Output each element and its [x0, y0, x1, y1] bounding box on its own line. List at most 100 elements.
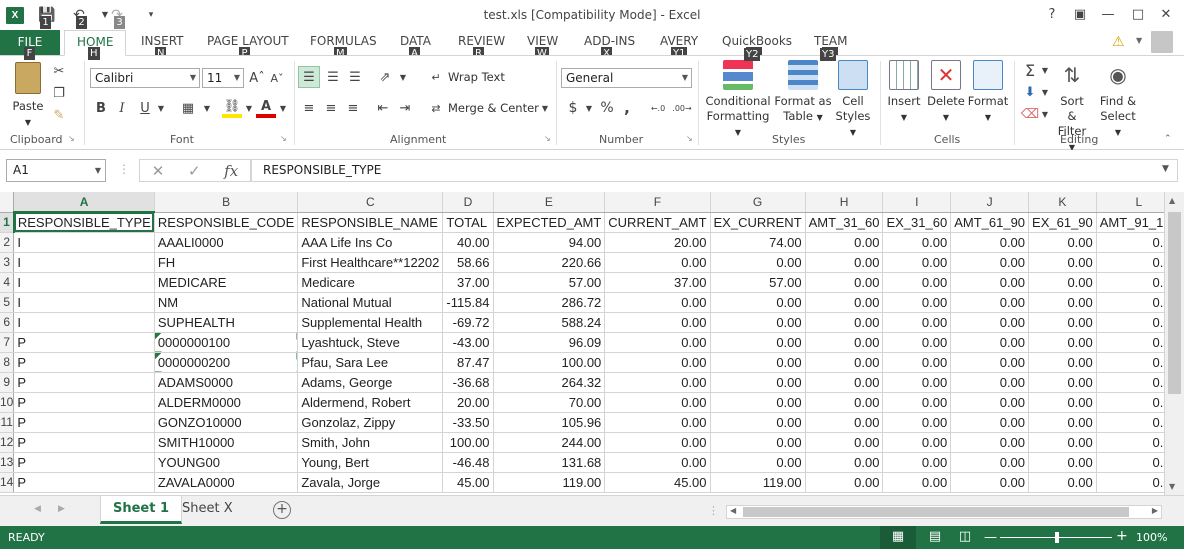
cell[interactable]: ZAVALA0000 — [154, 472, 299, 493]
cell[interactable]: 0.00 — [710, 292, 806, 313]
cell[interactable]: 264.32 — [493, 372, 606, 393]
fill-color-icon[interactable]: ⛓ — [222, 98, 242, 118]
cell[interactable]: 0.00 — [1028, 432, 1097, 453]
minimize-icon[interactable]: — — [1096, 4, 1120, 26]
cell[interactable]: 0.00 — [1028, 292, 1097, 313]
cell[interactable]: 0.00 — [710, 452, 806, 473]
cell[interactable]: 0.00 — [604, 292, 711, 313]
cell[interactable]: 57.00 — [710, 272, 806, 293]
prev-sheet-icon[interactable]: ◀ — [34, 504, 41, 514]
cell[interactable]: 0.00 — [882, 232, 952, 253]
cell[interactable]: 0.00 — [604, 452, 711, 473]
cell[interactable]: 0.00 — [1096, 432, 1164, 453]
formula-input[interactable]: RESPONSIBLE_TYPE — [251, 159, 1178, 182]
number-launcher-icon[interactable]: ↘ — [686, 134, 693, 143]
cell[interactable]: 0.00 — [805, 272, 884, 293]
align-center-icon[interactable]: ≡ — [320, 98, 342, 118]
increase-indent-icon[interactable]: ⇥ — [394, 98, 416, 118]
underline-button[interactable]: U — [136, 98, 154, 118]
cancel-icon[interactable]: ✕ — [152, 162, 165, 180]
cell[interactable]: ALDERM0000 — [154, 392, 299, 413]
cell[interactable]: 0.00 — [950, 372, 1030, 393]
cell[interactable]: 0.00 — [882, 312, 952, 333]
cell[interactable]: I — [13, 252, 155, 273]
row-header[interactable]: 10 — [0, 392, 15, 413]
clear-icon[interactable]: ⌫ — [1020, 104, 1040, 124]
row-header[interactable]: 7 — [0, 332, 15, 353]
cell[interactable]: 0.00 — [805, 412, 884, 433]
tab-team[interactable]: TEAM — [814, 34, 847, 48]
cell[interactable]: SMITH10000 — [154, 432, 299, 453]
cell[interactable]: AAALI0000 — [154, 232, 299, 253]
delete-cells-button[interactable]: ✕ Delete ▼ — [926, 60, 966, 125]
cell[interactable]: 0.00 — [1028, 472, 1097, 493]
vertical-scroll-thumb[interactable] — [1168, 212, 1181, 394]
column-header[interactable]: G — [710, 192, 806, 213]
cell[interactable]: 0.00 — [1096, 232, 1164, 253]
borders-icon[interactable]: ▦ — [178, 98, 198, 118]
header-cell[interactable]: RESPONSIBLE_CODE — [154, 212, 299, 233]
cell[interactable]: GONZO10000 — [154, 412, 299, 433]
cell[interactable]: 0.00 — [1096, 272, 1164, 293]
column-header[interactable]: C — [297, 192, 444, 213]
cell[interactable]: 0.00 — [950, 432, 1030, 453]
cell[interactable]: 0.00 — [882, 392, 952, 413]
cell[interactable]: 0.00 — [882, 332, 952, 353]
row-header[interactable]: 6 — [0, 312, 15, 333]
cell[interactable]: 131.68 — [493, 452, 606, 473]
horizontal-scroll-thumb[interactable] — [743, 507, 1129, 517]
bottom-align-icon[interactable]: ☰ — [344, 66, 366, 88]
cell[interactable]: 58.66 — [442, 252, 494, 273]
cell[interactable]: 0.00 — [882, 452, 952, 473]
increase-font-icon[interactable]: Aˆ — [248, 68, 266, 88]
fill-icon[interactable]: ⬇ — [1020, 82, 1040, 102]
header-cell[interactable]: EXPECTED_AMT — [493, 212, 606, 233]
font-launcher-icon[interactable]: ↘ — [280, 134, 287, 143]
cell[interactable]: -36.68 — [442, 372, 494, 393]
horizontal-scrollbar[interactable]: ◀ ▶ — [726, 505, 1162, 519]
italic-button[interactable]: I — [113, 98, 131, 118]
comma-button[interactable]: , — [620, 98, 634, 118]
column-header[interactable]: K — [1028, 192, 1097, 213]
enter-icon[interactable]: ✓ — [188, 162, 201, 180]
page-layout-view-icon[interactable]: ▤ — [922, 526, 948, 549]
zoom-slider-thumb[interactable] — [1055, 532, 1059, 543]
number-format-select[interactable]: General ▼ — [561, 68, 692, 88]
cell[interactable]: 94.00 — [493, 232, 606, 253]
fill-color-dropdown-icon[interactable]: ▼ — [244, 98, 254, 118]
cell[interactable]: 0.00 — [805, 332, 884, 353]
cell[interactable]: Young, Bert — [297, 452, 444, 473]
cell[interactable]: 0.00 — [1028, 272, 1097, 293]
column-header[interactable]: E — [493, 192, 606, 213]
format-painter-icon[interactable]: ✎ — [50, 106, 68, 124]
cell[interactable]: 40.00 — [442, 232, 494, 253]
cell[interactable]: P — [13, 352, 155, 373]
cell[interactable]: 0.00 — [882, 412, 952, 433]
help-icon[interactable]: ? — [1040, 4, 1064, 26]
cell[interactable]: 0.00 — [805, 252, 884, 273]
cell[interactable]: Gonzolaz, Zippy — [297, 412, 444, 433]
autosum-dropdown-icon[interactable]: ▼ — [1040, 60, 1050, 80]
column-header[interactable]: J — [950, 192, 1030, 213]
cell[interactable]: -43.00 — [442, 332, 494, 353]
cell[interactable]: 0.00 — [710, 372, 806, 393]
cell[interactable]: 0.00 — [950, 332, 1030, 353]
orientation-dropdown-icon[interactable]: ▼ — [398, 66, 408, 88]
cell[interactable]: 45.00 — [442, 472, 494, 493]
cell[interactable]: 0.00 — [1096, 352, 1164, 373]
tab-add-ins[interactable]: ADD-INS — [584, 34, 635, 48]
row-header[interactable]: 2 — [0, 232, 15, 253]
column-header[interactable]: B — [154, 192, 299, 213]
cell[interactable]: Pfau, Sara Lee — [297, 352, 444, 373]
cell[interactable]: Zavala, Jorge — [297, 472, 444, 493]
row-header[interactable]: 3 — [0, 252, 15, 273]
orientation-icon[interactable]: ⇗ — [374, 66, 396, 88]
wrap-text-button[interactable]: Wrap Text — [448, 70, 505, 84]
insert-cells-button[interactable]: Insert ▼ — [884, 60, 924, 125]
cell[interactable]: 70.00 — [493, 392, 606, 413]
cell[interactable]: 0.00 — [805, 312, 884, 333]
scroll-left-icon[interactable]: ◀ — [730, 506, 736, 515]
cell[interactable]: 0.00 — [1028, 232, 1097, 253]
cell[interactable]: YOUNG00 — [154, 452, 299, 473]
alignment-launcher-icon[interactable]: ↘ — [544, 134, 551, 143]
